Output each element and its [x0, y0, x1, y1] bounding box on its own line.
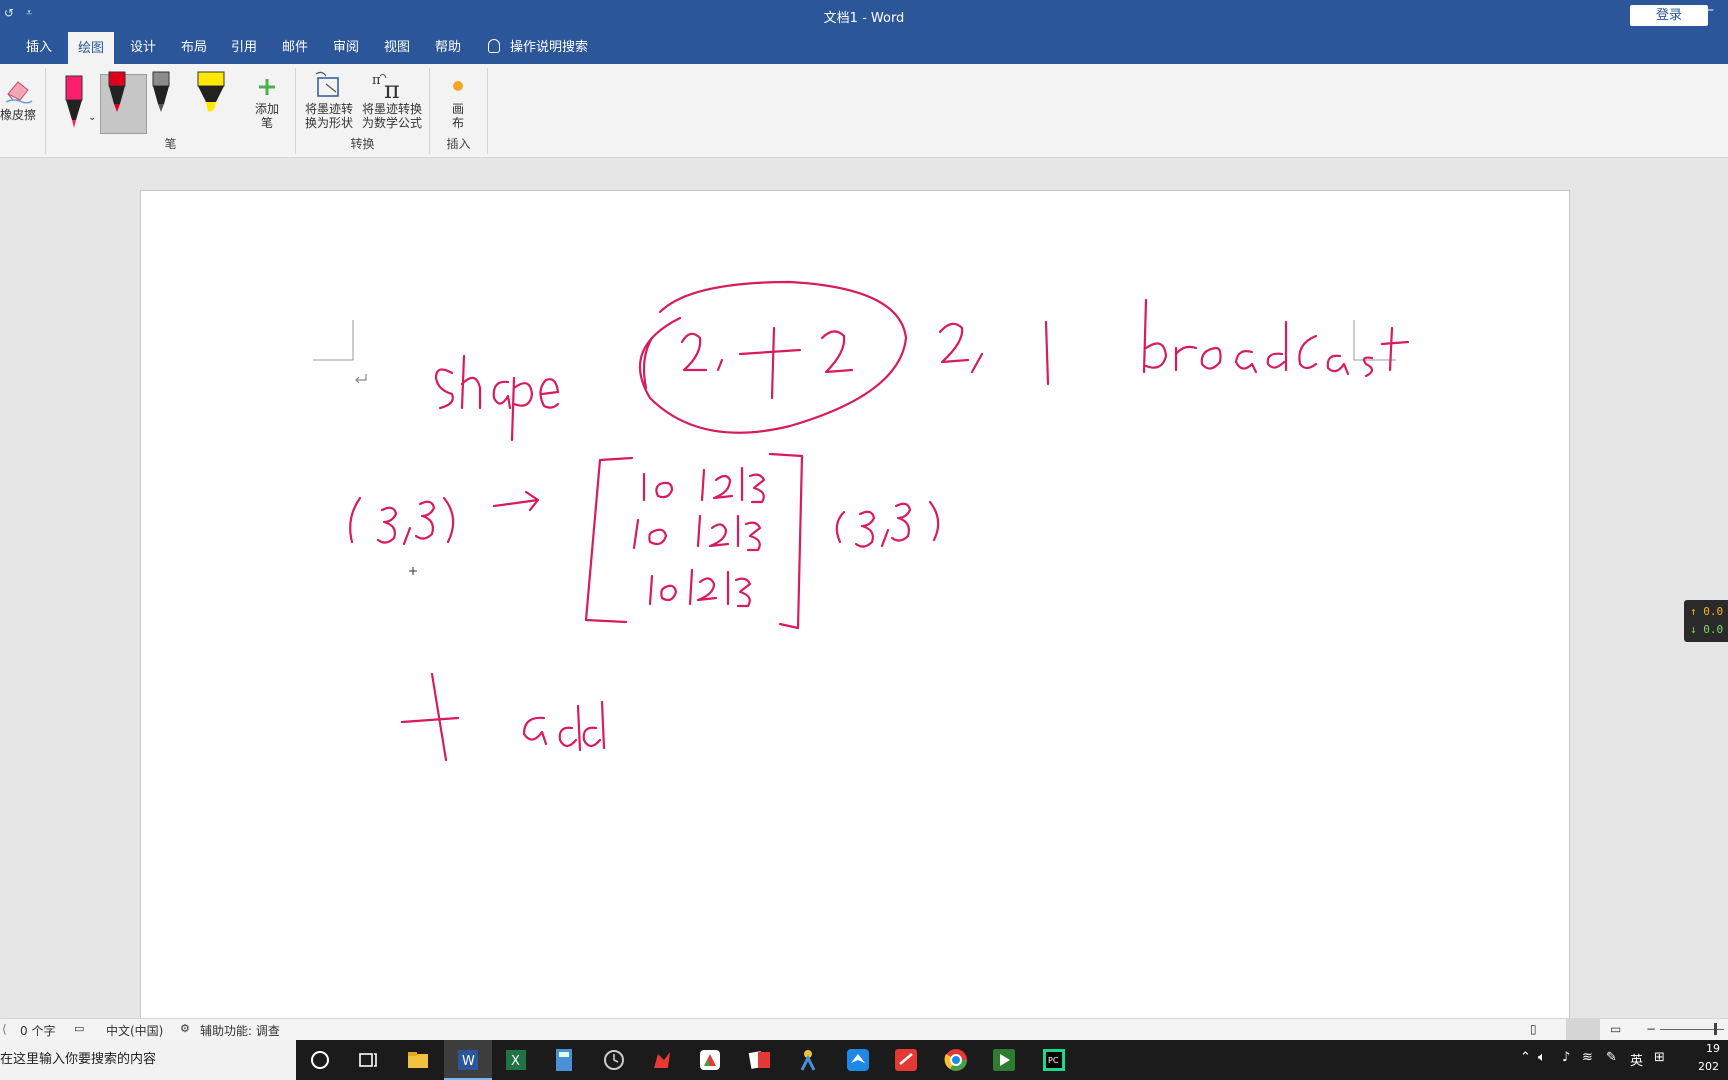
app-red-card-icon[interactable] — [892, 1046, 920, 1074]
ribbon-tabs: 插入 绘图 设计 布局 引用 邮件 审阅 视图 帮助 操作说明搜索 — [0, 32, 1728, 91]
clock-time[interactable]: 19 — [1706, 1042, 1720, 1055]
volume-icon[interactable]: 🔈︎ — [1538, 1050, 1546, 1065]
zoom-slider-thumb[interactable] — [1714, 1023, 1717, 1035]
network-icon[interactable]: ≋ — [1582, 1050, 1593, 1065]
app-figure-icon[interactable] — [794, 1046, 822, 1074]
window-title: 文档1 - Word — [823, 11, 905, 26]
tab-mailings[interactable]: 邮件 — [272, 32, 318, 64]
highlighter-yellow-icon[interactable] — [196, 70, 226, 114]
convert-group: 将墨迹转 换为形状 π π 将墨迹转换 为数学公式 转换 — [296, 68, 430, 154]
canvas-label-1[interactable]: 画 — [438, 102, 478, 117]
ime-indicator[interactable]: 英 — [1630, 1050, 1643, 1069]
ink-to-shape-icon[interactable] — [314, 70, 344, 100]
svg-text:π: π — [372, 73, 381, 88]
drawing-canvas-icon[interactable] — [450, 78, 466, 94]
network-speed-widget[interactable]: ↑ 0.0 ↓ 0.0 — [1684, 600, 1728, 642]
calculator-icon[interactable] — [550, 1046, 578, 1074]
language-indicator[interactable]: 中文(中国) — [106, 1022, 163, 1039]
microphone-icon[interactable]: ♪ — [1562, 1050, 1570, 1065]
canvas-label-2[interactable]: 布 — [438, 116, 478, 131]
clock-app-icon[interactable] — [600, 1046, 628, 1074]
pens-group: ⌄ 添加 笔 笔 — [46, 68, 296, 154]
pens-group-label: 笔 — [164, 137, 177, 151]
app-red-icon[interactable] — [648, 1046, 676, 1074]
taskbar-search[interactable]: 在这里输入你要搜索的内容 — [0, 1040, 296, 1080]
chrome-icon[interactable] — [942, 1046, 970, 1074]
add-pen-plus-icon[interactable] — [256, 76, 278, 98]
add-pen-label-2[interactable]: 笔 — [244, 116, 290, 131]
insert-group-label: 插入 — [446, 137, 471, 151]
pycharm-icon[interactable]: PC — [1040, 1046, 1068, 1074]
upload-speed: ↑ 0.0 — [1690, 605, 1724, 618]
pen-red-icon[interactable] — [106, 70, 128, 114]
proofing-icon[interactable]: ▭ — [74, 1022, 84, 1035]
lightbulb-icon — [488, 39, 500, 53]
login-button[interactable]: 登录 — [1630, 5, 1708, 26]
document-area[interactable] — [0, 158, 1728, 1030]
clock-date[interactable]: 202 — [1698, 1060, 1719, 1073]
task-view-icon[interactable] — [354, 1046, 382, 1074]
add-pen-label-1[interactable]: 添加 — [244, 102, 290, 117]
solitaire-icon[interactable] — [746, 1046, 774, 1074]
pen-workspace-icon[interactable]: ✎ — [1606, 1050, 1617, 1065]
tab-help[interactable]: 帮助 — [425, 32, 471, 64]
ink-drawing[interactable] — [0, 158, 1728, 1018]
file-explorer-icon[interactable] — [404, 1046, 432, 1074]
ink-to-math-label-2[interactable]: 为数学公式 — [358, 116, 426, 131]
tab-layout[interactable]: 布局 — [171, 32, 217, 64]
eraser-label: 橡皮擦 — [0, 108, 36, 122]
ink-to-shape-label-2[interactable]: 换为形状 — [298, 116, 360, 131]
zoom-out-icon[interactable]: − — [1646, 1022, 1656, 1036]
accessibility-icon: ⚙ — [180, 1022, 190, 1035]
ink-to-math-icon[interactable]: π π — [370, 70, 410, 100]
excel-icon[interactable]: X — [502, 1046, 530, 1074]
tab-draw[interactable]: 绘图 — [68, 32, 115, 64]
ribbon: 橡皮擦 ⌄ 添加 笔 笔 将墨迹转 换为形状 π π 将墨迹转换 为数学公式 转… — [0, 64, 1728, 158]
read-mode-icon[interactable]: ▯ — [1530, 1022, 1537, 1036]
convert-group-label: 转换 — [350, 137, 375, 151]
ink-to-shape-label-1[interactable]: 将墨迹转 — [298, 102, 360, 117]
tab-references[interactable]: 引用 — [221, 32, 267, 64]
svg-text:W: W — [462, 1054, 475, 1069]
minimize-icon[interactable]: — — [1700, 2, 1714, 18]
pencil-gray-icon[interactable] — [150, 70, 172, 114]
ink-to-math-label-1[interactable]: 将墨迹转换 — [358, 102, 426, 117]
word-count[interactable]: 0 个字 — [20, 1022, 55, 1039]
svg-text:PC: PC — [1048, 1056, 1059, 1065]
tab-review[interactable]: 审阅 — [323, 32, 369, 64]
tray-expand-icon[interactable]: ⌃ — [1520, 1050, 1531, 1065]
app-green-red-icon[interactable] — [696, 1046, 724, 1074]
media-player-icon[interactable] — [990, 1046, 1018, 1074]
cortana-icon[interactable] — [306, 1046, 334, 1074]
title-bar: ↺ ⩡ 文档1 - Word 登录 — — [0, 0, 1728, 32]
svg-text:X: X — [511, 1054, 520, 1069]
eraser-icon[interactable] — [4, 76, 34, 104]
tab-design[interactable]: 设计 — [120, 32, 166, 64]
ime-grid-icon[interactable]: ⊞ — [1654, 1050, 1665, 1065]
pen-pink-icon[interactable] — [62, 74, 86, 130]
word-icon[interactable]: W — [454, 1046, 482, 1074]
download-speed: ↓ 0.0 — [1690, 623, 1724, 636]
tell-me-label: 操作说明搜索 — [510, 40, 589, 55]
tools-group: 橡皮擦 — [0, 68, 46, 154]
taskbar-search-placeholder: 在这里输入你要搜索的内容 — [0, 1052, 157, 1067]
page-indicator-icon[interactable]: ⟨ — [2, 1022, 7, 1036]
print-layout-icon[interactable] — [1566, 1019, 1600, 1041]
app-blue-bird-icon[interactable] — [844, 1046, 872, 1074]
tell-me-search[interactable]: 操作说明搜索 — [488, 32, 588, 64]
accessibility-status[interactable]: 辅助功能: 调查 — [200, 1022, 280, 1039]
pen-options-chevron-icon[interactable]: ⌄ — [88, 112, 96, 123]
svg-text:π: π — [384, 76, 400, 100]
taskbar: 在这里输入你要搜索的内容 W X PC ⌃ 🔈︎ ♪ ≋ ✎ 英 ⊞ 19 20… — [0, 1040, 1728, 1080]
insert-group: 画 布 插入 — [430, 68, 488, 154]
web-layout-icon[interactable]: ▭ — [1610, 1022, 1621, 1036]
tab-view[interactable]: 视图 — [374, 32, 420, 64]
status-bar: ⟨ 0 个字 ▭ 中文(中国) ⚙ 辅助功能: 调查 ▯ ▭ − — [0, 1018, 1728, 1041]
tab-insert[interactable]: 插入 — [16, 32, 62, 64]
